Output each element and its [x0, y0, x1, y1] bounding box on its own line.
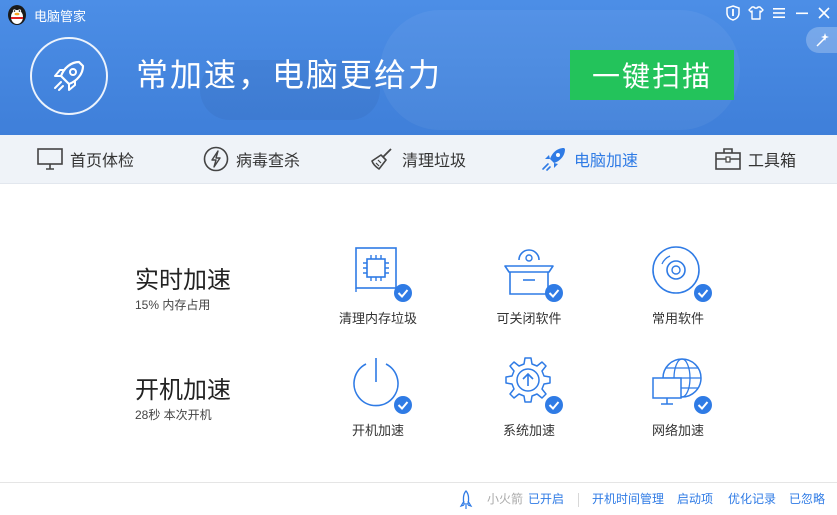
footer-divider: [0, 482, 837, 483]
boot-time-manage-link[interactable]: 开机时间管理: [592, 490, 664, 507]
lightning-icon: [202, 145, 230, 173]
item-label: 网络加速: [651, 423, 704, 438]
penguin-logo-icon: [8, 5, 26, 25]
tab-label: 电脑加速: [574, 153, 639, 170]
toolbox-icon: [714, 145, 742, 173]
small-rocket-icon: [459, 490, 473, 509]
menu-icon[interactable]: [770, 4, 788, 22]
item-label: 可关闭软件: [496, 311, 562, 326]
tab-toolbox[interactable]: 工具箱: [714, 135, 796, 183]
tab-label: 工具箱: [748, 153, 797, 170]
tab-home-checkup[interactable]: 首页体检: [36, 135, 134, 183]
item-label: 常用软件: [651, 311, 704, 326]
rocket-badge: [30, 37, 108, 115]
realtime-speedup-title: 实时加速: [135, 266, 231, 294]
sparkle-wand-icon: [816, 33, 829, 47]
footer-separator: [578, 493, 579, 507]
rocket-status-link[interactable]: 已开启: [528, 490, 564, 507]
close-icon[interactable]: [815, 4, 833, 22]
monitor-icon: [36, 145, 64, 173]
broom-icon: [368, 145, 396, 173]
header-slogan: 常加速，电脑更给力: [136, 56, 443, 94]
tab-label: 病毒查杀: [236, 153, 301, 170]
item-label: 系统加速: [502, 423, 555, 438]
main-tab-bar: 首页体检 病毒查杀 清理垃圾 电脑加速 工具箱: [0, 135, 837, 184]
header-banner: 电脑管家 常加速，电脑更给力 一键扫描: [0, 0, 837, 135]
rocket-icon: [54, 60, 85, 91]
rocket-icon: [540, 145, 568, 173]
item-label: 清理内存垃圾: [338, 311, 417, 326]
tab-clean-junk[interactable]: 清理垃圾: [368, 135, 466, 183]
check-badge-icon: [694, 284, 712, 302]
tab-virus-scan[interactable]: 病毒查杀: [202, 135, 300, 183]
startup-items-link[interactable]: 启动项: [677, 490, 713, 507]
check-badge-icon: [545, 284, 563, 302]
memory-usage-text: 15% 内存占用: [135, 298, 211, 312]
boot-time-text: 28秒 本次开机: [135, 408, 212, 422]
check-badge-icon: [545, 396, 563, 414]
tab-label: 清理垃圾: [402, 153, 467, 170]
minimize-icon[interactable]: [793, 4, 811, 22]
tab-pc-speedup[interactable]: 电脑加速: [540, 135, 638, 183]
check-badge-icon: [394, 396, 412, 414]
network-speedup-item[interactable]: 网络加速: [608, 356, 748, 439]
optimize-history-link[interactable]: 优化记录: [728, 490, 776, 507]
rocket-label: 小火箭: [487, 492, 524, 506]
boot-speedup-item[interactable]: 开机加速: [308, 356, 448, 439]
system-speedup-item[interactable]: 系统加速: [459, 356, 599, 439]
startup-speedup-title: 开机加速: [135, 376, 231, 404]
app-title: 电脑管家: [34, 9, 87, 24]
closable-software-item[interactable]: 可关闭软件: [459, 244, 599, 327]
one-click-scan-button[interactable]: 一键扫描: [570, 50, 734, 100]
shield-icon[interactable]: [724, 4, 742, 22]
tab-label: 首页体检: [70, 153, 135, 170]
ignored-link[interactable]: 已忽略: [789, 490, 825, 507]
common-software-item[interactable]: 常用软件: [608, 244, 748, 327]
item-label: 开机加速: [351, 423, 404, 438]
skin-shirt-icon[interactable]: [747, 4, 765, 22]
clean-memory-item[interactable]: 清理内存垃圾: [308, 244, 448, 327]
check-badge-icon: [694, 396, 712, 414]
check-badge-icon: [394, 284, 412, 302]
side-sparkle-tab[interactable]: [806, 27, 837, 53]
